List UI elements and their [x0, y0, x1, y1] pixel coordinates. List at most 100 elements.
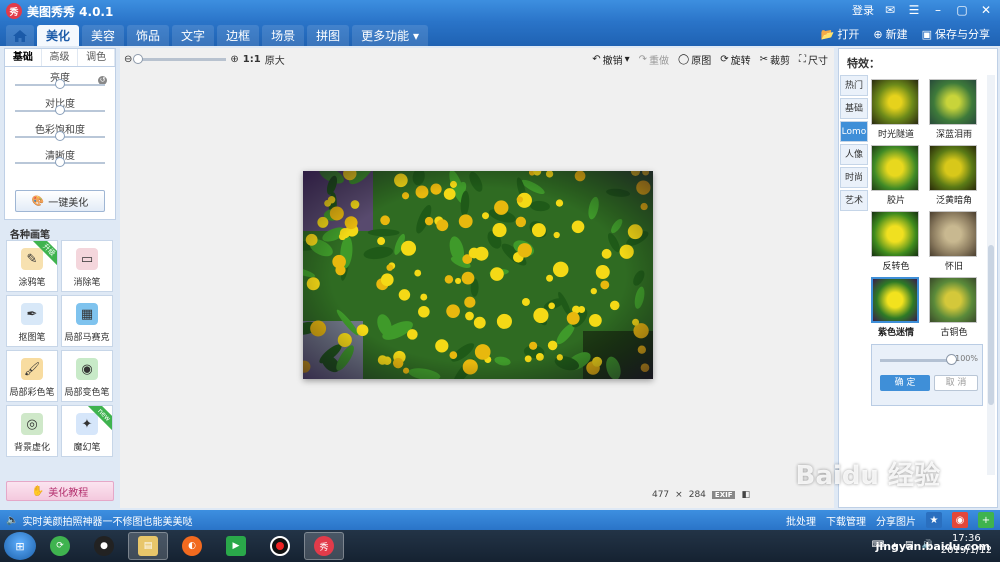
menu-icon[interactable]: ☰ — [906, 2, 922, 18]
taskbar-app-meitu[interactable]: 秀 — [304, 532, 344, 560]
slider-knob[interactable] — [55, 157, 65, 167]
original-size-button[interactable]: 原大 — [265, 52, 285, 67]
tab-face[interactable]: 美容 — [82, 25, 125, 46]
redo-button[interactable]: ↷ 重做 — [639, 52, 669, 67]
scroll-thumb[interactable] — [988, 245, 994, 405]
compare-icon[interactable]: ◧ — [741, 490, 750, 500]
category-lomo[interactable]: Lomo — [840, 121, 868, 142]
sharpness-slider[interactable]: 清晰度 — [5, 145, 115, 171]
slider-knob[interactable] — [55, 79, 65, 89]
message-icon[interactable]: ✉ — [882, 2, 898, 18]
ratio-button[interactable]: 1:1 — [243, 54, 261, 65]
effect-purple-fantasy[interactable]: 紫色迷情 — [871, 277, 921, 338]
exif-button[interactable]: EXIF — [711, 491, 736, 499]
maximize-button[interactable]: ▢ — [954, 2, 970, 18]
taskbar-app-player[interactable]: ▶ — [216, 532, 256, 560]
effect-nostalgia[interactable]: 怀旧 — [929, 211, 979, 272]
tab-color[interactable]: 调色 — [78, 49, 116, 66]
tab-advanced[interactable]: 高级 — [42, 49, 79, 66]
share-image-button[interactable]: 分享图片 — [876, 513, 916, 528]
confirm-button[interactable]: 确 定 — [880, 375, 930, 391]
brush-local-color[interactable]: 🖌 局部彩色笔 — [6, 350, 58, 402]
crop-button[interactable]: ✂ 裁剪 — [760, 52, 790, 67]
save-button[interactable]: ▣ 保存与分享 — [922, 26, 990, 42]
download-manager-button[interactable]: 下载管理 — [826, 513, 866, 528]
category-hot[interactable]: 热门 — [840, 75, 868, 96]
effect-categories: 热门 基础 Lomo 人像 时尚 艺术 — [840, 75, 868, 213]
chevron-down-icon: ▾ — [624, 54, 630, 65]
times-icon: × — [675, 490, 683, 500]
taskbar-app-firefox[interactable]: ◐ — [172, 532, 212, 560]
zoom-knob[interactable] — [133, 54, 144, 64]
rotate-button[interactable]: ⟳ 旋转 — [720, 52, 750, 67]
slider-knob[interactable] — [55, 131, 65, 141]
zoom-out-icon[interactable]: ⊖ — [124, 54, 132, 65]
home-tab[interactable] — [6, 25, 34, 46]
brush-label: 局部变色笔 — [64, 388, 110, 398]
login-link[interactable]: 登录 — [852, 2, 874, 18]
effect-invert[interactable]: 反转色 — [871, 211, 921, 272]
tab-text[interactable]: 文字 — [172, 25, 215, 46]
cancel-button[interactable]: 取 消 — [934, 375, 978, 391]
effect-yellow-vignette[interactable]: 泛黄暗角 — [929, 145, 979, 206]
weibo-icon[interactable]: ◉ — [952, 512, 968, 528]
promo-text[interactable]: 实时美颜拍照神器一不修图也能美美哒 — [22, 513, 192, 528]
edited-photo[interactable] — [303, 171, 653, 379]
brush-background-blur[interactable]: ◎ 背景虚化 — [6, 405, 58, 457]
tab-more[interactable]: 更多功能 ▾ — [352, 25, 428, 46]
effect-thumb — [929, 145, 977, 191]
close-button[interactable]: ✕ — [978, 2, 994, 18]
taskbar-app-explorer[interactable]: ▤ — [128, 532, 168, 560]
contrast-slider[interactable]: 对比度 — [5, 93, 115, 119]
brush-eraser[interactable]: ▭ 消除笔 — [61, 240, 113, 292]
category-basic[interactable]: 基础 — [840, 98, 868, 119]
tab-frame[interactable]: 边框 — [217, 25, 260, 46]
effect-time-tunnel[interactable]: 时光隧道 — [871, 79, 921, 140]
penguin-icon: ● — [94, 536, 114, 556]
minimize-button[interactable]: – — [930, 2, 946, 18]
play-icon: ▶ — [226, 536, 246, 556]
category-art[interactable]: 艺术 — [840, 190, 868, 211]
open-button[interactable]: 📂 打开 — [821, 26, 860, 42]
saturation-slider[interactable]: 色彩饱和度 — [5, 119, 115, 145]
category-portrait[interactable]: 人像 — [840, 144, 868, 165]
effects-scrollbar[interactable] — [987, 75, 995, 475]
start-button[interactable]: ⊞ — [4, 532, 36, 560]
brush-magic[interactable]: new ✦ 魔幻笔 — [61, 405, 113, 457]
record-icon — [270, 536, 290, 556]
new-button[interactable]: ⊕ 新建 — [873, 26, 907, 42]
zoom-slider[interactable] — [133, 54, 227, 64]
tab-scene[interactable]: 场景 — [262, 25, 305, 46]
zoom-in-icon[interactable]: ⊕ — [230, 54, 238, 65]
brush-graffiti[interactable]: 升级 ✎ 涂鸦笔 — [6, 240, 58, 292]
tab-beautify[interactable]: 美化 — [37, 25, 80, 46]
strength-slider[interactable] — [880, 359, 952, 362]
brush-label: 消除笔 — [73, 278, 101, 288]
tutorial-button[interactable]: ✋ 美化教程 — [6, 481, 114, 501]
taskbar-app-qq[interactable]: ● — [84, 532, 124, 560]
tab-basic[interactable]: 基础 — [5, 49, 42, 66]
taskbar-app-recorder[interactable] — [260, 532, 300, 560]
undo-button[interactable]: ↶ 撤销 ▾ — [592, 52, 629, 67]
add-icon[interactable]: + — [978, 512, 994, 528]
auto-beautify-button[interactable]: 🎨 一键美化 — [15, 190, 105, 212]
new-label: 新建 — [885, 28, 908, 41]
tab-collage[interactable]: 拼图 — [307, 25, 350, 46]
category-fashion[interactable]: 时尚 — [840, 167, 868, 188]
brush-mosaic[interactable]: ▦ 局部马赛克 — [61, 295, 113, 347]
effect-deep-blue-rain[interactable]: 深蓝泪雨 — [929, 79, 979, 140]
slider-knob[interactable] — [55, 105, 65, 115]
tab-accessories[interactable]: 饰品 — [127, 25, 170, 46]
effect-film[interactable]: 胶片 — [871, 145, 921, 206]
size-button[interactable]: ⛶ 尺寸 — [799, 52, 828, 67]
cutout-pen-icon: ✒ — [21, 303, 43, 325]
original-button[interactable]: ◯ 原图 — [678, 52, 711, 67]
star-icon[interactable]: ★ — [926, 512, 942, 528]
batch-button[interactable]: 批处理 — [786, 513, 816, 528]
brightness-slider[interactable]: 亮度 — [5, 67, 115, 93]
brush-cutout[interactable]: ✒ 抠图笔 — [6, 295, 58, 347]
effect-bronze[interactable]: 古铜色 — [929, 277, 979, 338]
effect-label: 泛黄暗角 — [935, 196, 972, 206]
brush-local-recolor[interactable]: ◉ 局部变色笔 — [61, 350, 113, 402]
taskbar-app-360[interactable]: ⟳ — [40, 532, 80, 560]
